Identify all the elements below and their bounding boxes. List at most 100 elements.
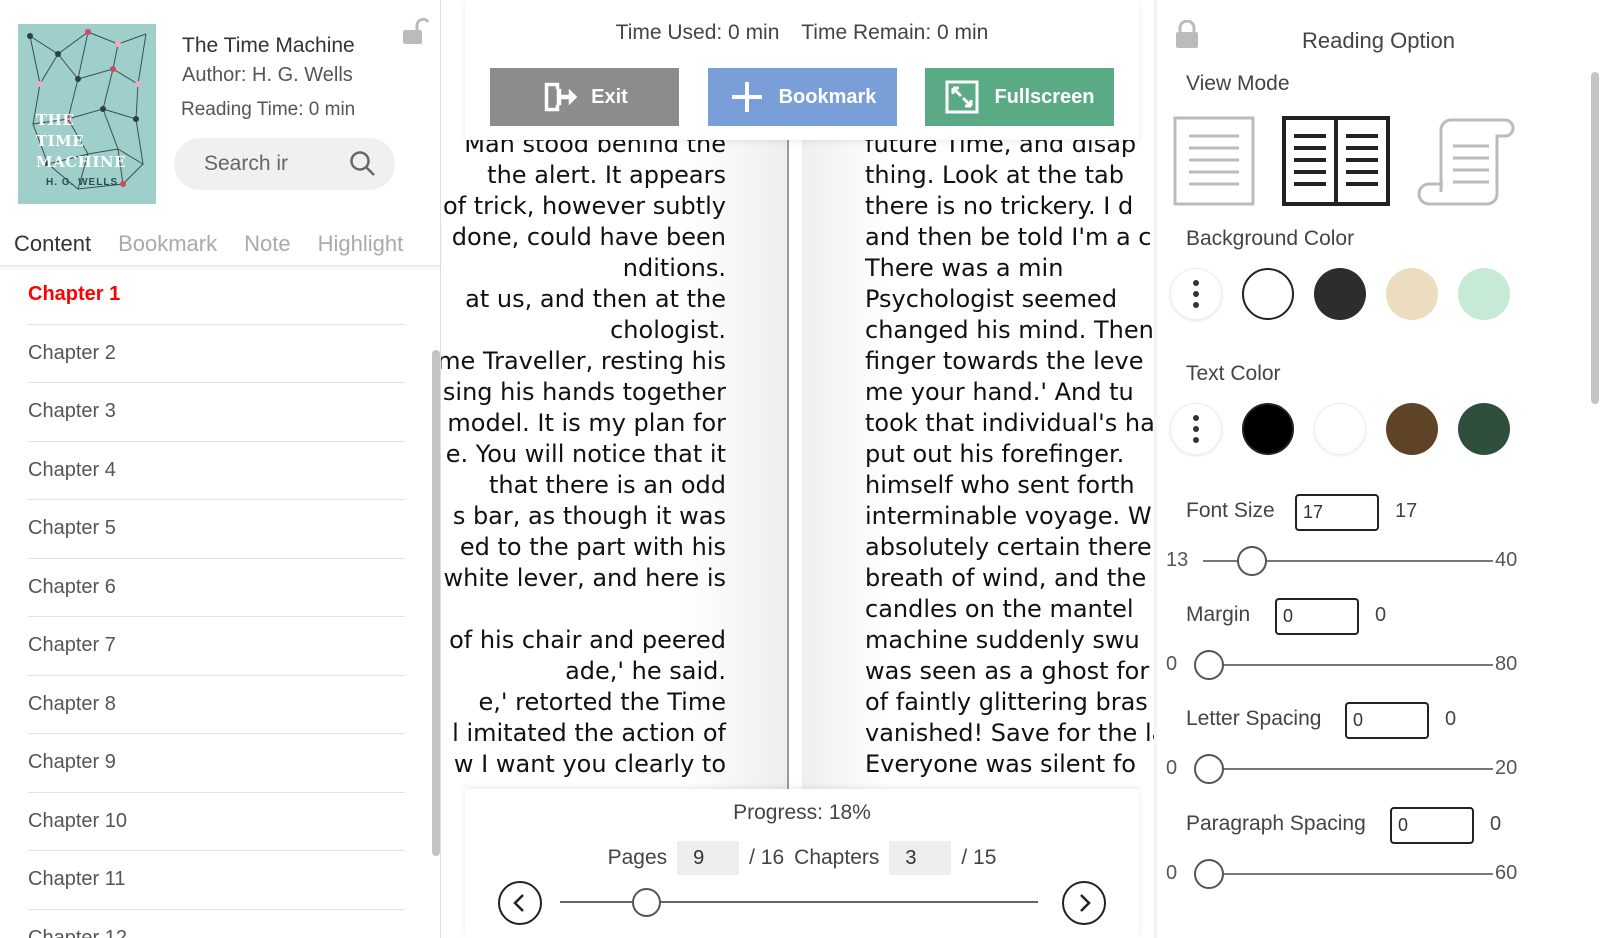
options-scrollbar[interactable]	[1591, 72, 1599, 404]
page-text-line: finger towards the leve	[865, 347, 1144, 375]
font-size-value: 17	[1395, 500, 1418, 522]
unlock-icon[interactable]	[403, 17, 430, 53]
reader-top-bar: Time Used: 0 min Time Remain: 0 min Exit…	[465, 0, 1139, 140]
tab-note[interactable]: Note	[244, 231, 290, 257]
page-text-line: vanished! Save for the la	[865, 719, 1154, 747]
font-size-input[interactable]	[1295, 494, 1379, 531]
search-input[interactable]	[204, 148, 334, 180]
chapter-item[interactable]: Chapter 9	[28, 734, 405, 793]
page-text-line: There was a min	[865, 254, 1064, 282]
cover-title: THE TIME MACHINE	[36, 111, 127, 171]
margin-label: Margin	[1186, 603, 1251, 626]
text-color-swatch[interactable]	[1314, 403, 1366, 455]
chapter-number-input[interactable]	[889, 841, 952, 875]
background-color-swatch[interactable]	[1314, 268, 1366, 320]
margin-input[interactable]	[1275, 598, 1359, 635]
text-color-swatch[interactable]	[1386, 403, 1438, 455]
fullscreen-button[interactable]: Fullscreen	[925, 68, 1114, 126]
letter-spacing-input[interactable]	[1345, 702, 1429, 739]
exit-button[interactable]: Exit	[490, 68, 679, 126]
page-text-line: Everyone was silent fo	[865, 750, 1136, 778]
double-page-mode-icon[interactable]	[1282, 116, 1392, 211]
time-remain: Time Remain: 0 min	[801, 21, 989, 44]
page-text-line: e,' retorted the Time	[478, 688, 726, 716]
sidebar-scrollbar[interactable]	[432, 350, 440, 856]
background-color-swatch[interactable]	[1458, 268, 1510, 320]
fullscreen-icon	[945, 80, 979, 114]
page-text-line: of faintly glittering bras	[865, 688, 1148, 716]
chapter-item[interactable]: Chapter 10	[28, 793, 405, 851]
page-text-line: took that individual's ha	[865, 409, 1154, 437]
paragraph-spacing-slider-track[interactable]	[1203, 873, 1493, 875]
chapter-item[interactable]: Chapter 8	[28, 676, 405, 734]
book-cover[interactable]: THE TIME MACHINE H. G. WELLS	[18, 24, 156, 204]
text-color-swatch[interactable]	[1242, 403, 1294, 455]
page-text-line: ade,' he said.	[565, 657, 726, 685]
page-text-line: sing his hands together	[442, 378, 726, 406]
background-color-swatch[interactable]	[1386, 268, 1438, 320]
chapter-item[interactable]: Chapter 1	[28, 266, 405, 325]
page-text-line: changed his mind. Then	[865, 316, 1154, 344]
previous-page-button[interactable]	[498, 881, 542, 925]
page-text-line: put out his forefinger.	[865, 440, 1125, 468]
tab-content[interactable]: Content	[14, 231, 91, 257]
page-text-line: chologist.	[610, 316, 726, 344]
letter-spacing-slider-thumb[interactable]	[1194, 754, 1224, 784]
font-size-max: 40	[1495, 549, 1518, 571]
single-page-mode-icon[interactable]	[1173, 116, 1257, 211]
page-text-line: that there is an odd	[489, 471, 726, 499]
chapter-item[interactable]: Chapter 11	[28, 851, 405, 910]
chapter-item[interactable]: Chapter 4	[28, 442, 405, 500]
bookmark-button[interactable]: Bookmark	[708, 68, 897, 126]
page-text-line: model. It is my plan for	[447, 409, 726, 437]
scroll-mode-icon[interactable]	[1417, 116, 1515, 213]
paragraph-spacing-input[interactable]	[1390, 807, 1474, 844]
paragraph-spacing-slider-thumb[interactable]	[1194, 859, 1224, 889]
background-color-swatch[interactable]	[1242, 268, 1294, 320]
search-box[interactable]	[174, 138, 395, 190]
search-icon[interactable]	[349, 150, 377, 178]
font-size-slider-thumb[interactable]	[1236, 546, 1267, 576]
sidebar-tabs: Content Bookmark Note Highlight	[0, 222, 441, 266]
chapter-item[interactable]: Chapter 5	[28, 500, 405, 559]
fullscreen-label: Fullscreen	[994, 85, 1095, 108]
background-color-label: Background Color	[1186, 227, 1355, 250]
paragraph-spacing-min: 0	[1166, 862, 1178, 884]
progress-slider-thumb[interactable]	[632, 888, 662, 917]
chapter-item[interactable]: Chapter 3	[28, 383, 405, 442]
tab-bookmark[interactable]: Bookmark	[118, 231, 217, 257]
chapter-item[interactable]: Chapter 6	[28, 559, 405, 617]
chapter-list: Chapter 1 Chapter 2 Chapter 3 Chapter 4 Chap…	[28, 266, 405, 938]
view-mode-label: View Mode	[1186, 72, 1290, 95]
letter-spacing-value: 0	[1445, 708, 1457, 730]
page-text-line: was seen as a ghost for	[865, 657, 1150, 685]
page-text-line: the alert. It appears	[487, 161, 726, 189]
background-color-more-button[interactable]	[1170, 268, 1222, 320]
page-text-line: candles on the mantel	[865, 595, 1134, 623]
letter-spacing-max: 20	[1495, 757, 1518, 779]
text-color-more-button[interactable]	[1170, 403, 1222, 455]
chapter-item[interactable]: Chapter 2	[28, 325, 405, 383]
chapter-item[interactable]: Chapter 7	[28, 617, 405, 676]
next-page-button[interactable]	[1062, 881, 1106, 925]
chapter-item[interactable]: Chapter 12	[28, 910, 405, 938]
reading-options-panel: Reading Option View Mode Background Colo…	[1157, 0, 1600, 938]
page-text-line	[440, 594, 726, 625]
page-text-line: at us, and then at the	[465, 285, 726, 313]
page-text-line: of his chair and peered	[449, 626, 726, 654]
text-color-swatch[interactable]	[1458, 403, 1510, 455]
page-number-input[interactable]	[677, 841, 740, 875]
letter-spacing-slider-track[interactable]	[1203, 768, 1493, 770]
tab-highlight[interactable]: Highlight	[318, 231, 404, 257]
page-text-line: done, could have been	[451, 223, 726, 251]
margin-slider-track[interactable]	[1203, 664, 1493, 666]
font-size-min: 13	[1166, 549, 1189, 571]
font-size-label: Font Size	[1186, 499, 1275, 522]
margin-slider-thumb[interactable]	[1194, 650, 1224, 680]
plus-icon	[731, 82, 762, 112]
page-text-line: white lever, and here is	[443, 564, 726, 592]
reading-time: Reading Time: 0 min	[181, 99, 356, 120]
page-text-line: machine suddenly swu	[865, 626, 1140, 654]
page-text-line: there is no trickery. I d	[865, 192, 1134, 220]
page-text-line: s bar, as though it was	[452, 502, 726, 530]
